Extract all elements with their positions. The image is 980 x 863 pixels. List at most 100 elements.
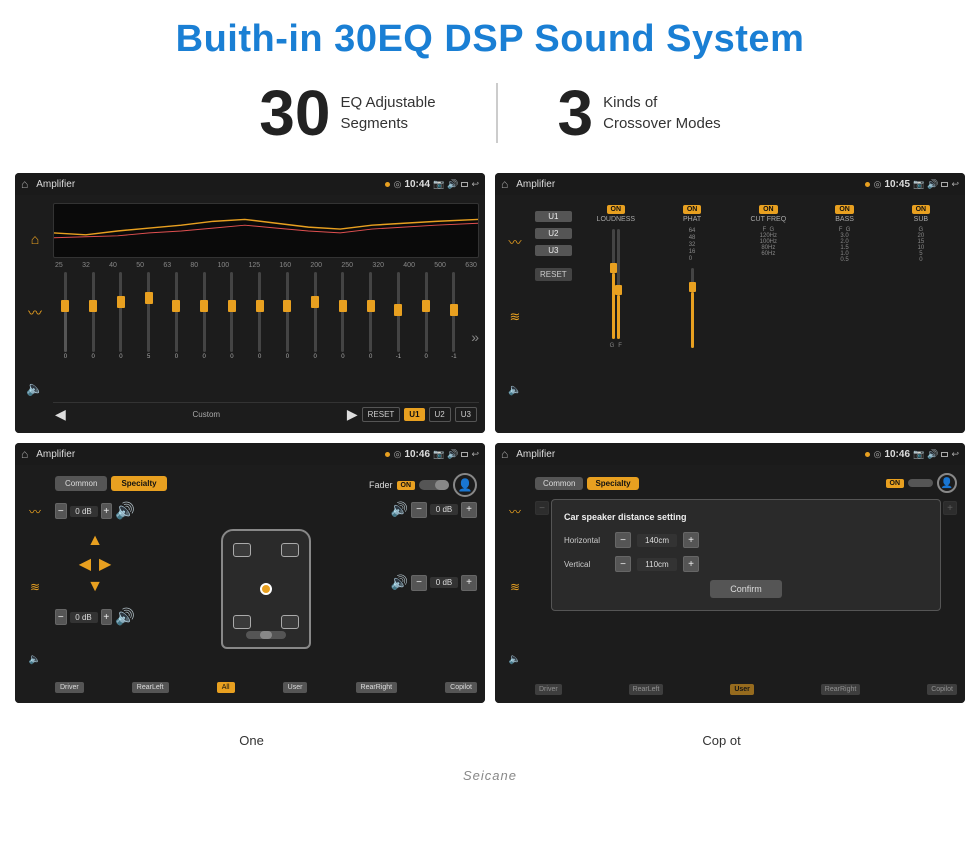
eq-slider-2[interactable]: 0 [109, 272, 134, 402]
distance-screen: 〰 ≋ 🔈 Common Specialty ON 👤 [499, 469, 961, 699]
fader-rl-plus[interactable]: + [101, 609, 113, 625]
fader-icon-eq[interactable]: 〰 [29, 503, 41, 520]
fader-fl-minus[interactable]: − [55, 503, 67, 519]
dist-rearleft-btn[interactable]: RearLeft [629, 684, 664, 695]
back-icon-2[interactable]: ↩ [951, 179, 959, 190]
dist-main: Common Specialty ON 👤 − 0 dB [531, 469, 961, 699]
eq-u2-btn[interactable]: U2 [429, 407, 451, 422]
dialog-title: Car speaker distance setting [564, 512, 928, 522]
fader-rearleft-btn[interactable]: RearLeft [132, 682, 169, 693]
fader-fl-val: 0 dB [70, 506, 98, 517]
eq-slider-14[interactable]: -1 [442, 272, 467, 402]
eq-u1-btn[interactable]: U1 [404, 408, 424, 421]
nav-right-arrow[interactable]: ▶ [99, 554, 111, 574]
page-title: Buith-in 30EQ DSP Sound System [20, 18, 960, 61]
eq-slider-13[interactable]: 0 [414, 272, 439, 402]
eq-prev-btn[interactable]: ◀ [55, 406, 66, 423]
eq-slider-1[interactable]: 0 [81, 272, 106, 402]
home-icon-1[interactable]: ⌂ [21, 177, 28, 191]
cx-u2-btn[interactable]: U2 [535, 228, 572, 239]
nav-left-arrow[interactable]: ◀ [79, 554, 91, 574]
eq-u3-btn[interactable]: U3 [455, 407, 477, 422]
fader-rl-minus[interactable]: − [55, 609, 67, 625]
dist-on-btn[interactable]: ON [886, 479, 905, 488]
fader-driver-btn[interactable]: Driver [55, 682, 84, 693]
eq-slider-10[interactable]: 0 [331, 272, 356, 402]
eq-icon-wave[interactable]: 〰 [28, 303, 42, 323]
vertical-minus-btn[interactable]: − [615, 556, 631, 572]
nav-up-arrow[interactable]: ▲ [87, 532, 103, 550]
back-icon-3[interactable]: ↩ [471, 449, 479, 460]
eq-icon-home[interactable]: ⌂ [31, 231, 39, 247]
fader-all-btn[interactable]: All [217, 682, 235, 693]
eq-more-icon[interactable]: » [471, 329, 479, 345]
eq-slider-3[interactable]: 5 [136, 272, 161, 402]
cx-loudness-on[interactable]: ON [607, 205, 626, 214]
dist-tab-common[interactable]: Common [535, 477, 583, 490]
fader-fl-plus[interactable]: + [101, 503, 113, 519]
cx-u1-btn[interactable]: U1 [535, 211, 572, 222]
speaker-rl-icon: 🔊 [115, 607, 135, 627]
fader-rr-minus[interactable]: − [411, 575, 427, 591]
fader-bottom-row: Driver RearLeft All User RearRight Copil… [55, 680, 477, 695]
fader-icon-wave[interactable]: ≋ [30, 580, 40, 594]
fader-on-btn[interactable]: ON [397, 481, 416, 490]
confirm-btn[interactable]: Confirm [710, 580, 782, 598]
eq-slider-12[interactable]: -1 [386, 272, 411, 402]
back-icon-1[interactable]: ↩ [471, 179, 479, 190]
cx-icon-wave[interactable]: ≋ [510, 309, 521, 325]
cx-icon-eq[interactable]: 〰 [508, 232, 521, 251]
eq-reset-btn[interactable]: RESET [362, 407, 401, 422]
cx-bass-on[interactable]: ON [835, 205, 854, 214]
dist-rearright-btn[interactable]: RearRight [821, 684, 861, 695]
fader-levels-left: − 0 dB + 🔊 ▲ ◀ [55, 501, 135, 676]
dist-user-btn[interactable]: User [730, 684, 754, 695]
screen3-title: Amplifier [36, 449, 380, 460]
cx-sub-on[interactable]: ON [912, 205, 931, 214]
cx-reset-btn[interactable]: RESET [535, 268, 572, 281]
fader-rl-row: − 0 dB + 🔊 [55, 607, 135, 627]
dist-icon-vol[interactable]: 🔈 [509, 654, 521, 665]
back-icon-4[interactable]: ↩ [951, 449, 959, 460]
fader-fr-minus[interactable]: − [411, 502, 427, 518]
fader-fr-plus[interactable]: + [461, 502, 477, 518]
dist-tab-specialty[interactable]: Specialty [587, 477, 638, 490]
dist-copilot-btn[interactable]: Copilot [927, 684, 957, 695]
home-icon-3[interactable]: ⌂ [21, 447, 28, 461]
bottom-label-1: One [239, 733, 264, 748]
fader-rearright-btn[interactable]: RearRight [356, 682, 398, 693]
dist-icon-eq[interactable]: 〰 [509, 503, 521, 520]
dist-icon-wave[interactable]: ≋ [510, 580, 520, 594]
eq-slider-11[interactable]: 0 [358, 272, 383, 402]
fader-rr-plus[interactable]: + [461, 575, 477, 591]
eq-slider-0[interactable]: 0 [53, 272, 78, 402]
fader-copilot-btn[interactable]: Copilot [445, 682, 477, 693]
fader-tab-common[interactable]: Common [55, 476, 107, 491]
eq-slider-8[interactable]: 0 [275, 272, 300, 402]
home-icon-4[interactable]: ⌂ [501, 447, 508, 461]
fader-tab-specialty[interactable]: Specialty [111, 476, 166, 491]
screen4-title: Amplifier [516, 449, 860, 460]
dist-driver-btn[interactable]: Driver [535, 684, 562, 695]
nav-down-arrow[interactable]: ▼ [87, 578, 103, 596]
horizontal-minus-btn[interactable]: − [615, 532, 631, 548]
eq-slider-6[interactable]: 0 [220, 272, 245, 402]
stat-eq: 30 EQ AdjustableSegments [199, 81, 495, 145]
horizontal-plus-btn[interactable]: + [683, 532, 699, 548]
eq-slider-4[interactable]: 0 [164, 272, 189, 402]
eq-icon-volume[interactable]: 🔈 [26, 380, 43, 397]
cx-icon-vol[interactable]: 🔈 [508, 383, 522, 396]
home-icon-2[interactable]: ⌂ [501, 177, 508, 191]
cx-ch-loudness: ON LOUDNESS [580, 205, 652, 423]
cx-cutfreq-on[interactable]: ON [759, 205, 778, 214]
eq-slider-9[interactable]: 0 [303, 272, 328, 402]
fader-icon-vol[interactable]: 🔈 [29, 654, 41, 665]
time-1: 10:44 [404, 179, 430, 190]
cx-phat-on[interactable]: ON [683, 205, 702, 214]
eq-slider-7[interactable]: 0 [247, 272, 272, 402]
cx-u3-btn[interactable]: U3 [535, 245, 572, 256]
eq-next-btn[interactable]: ▶ [347, 406, 358, 423]
vertical-plus-btn[interactable]: + [683, 556, 699, 572]
eq-slider-5[interactable]: 0 [192, 272, 217, 402]
fader-user-btn[interactable]: User [283, 682, 308, 693]
